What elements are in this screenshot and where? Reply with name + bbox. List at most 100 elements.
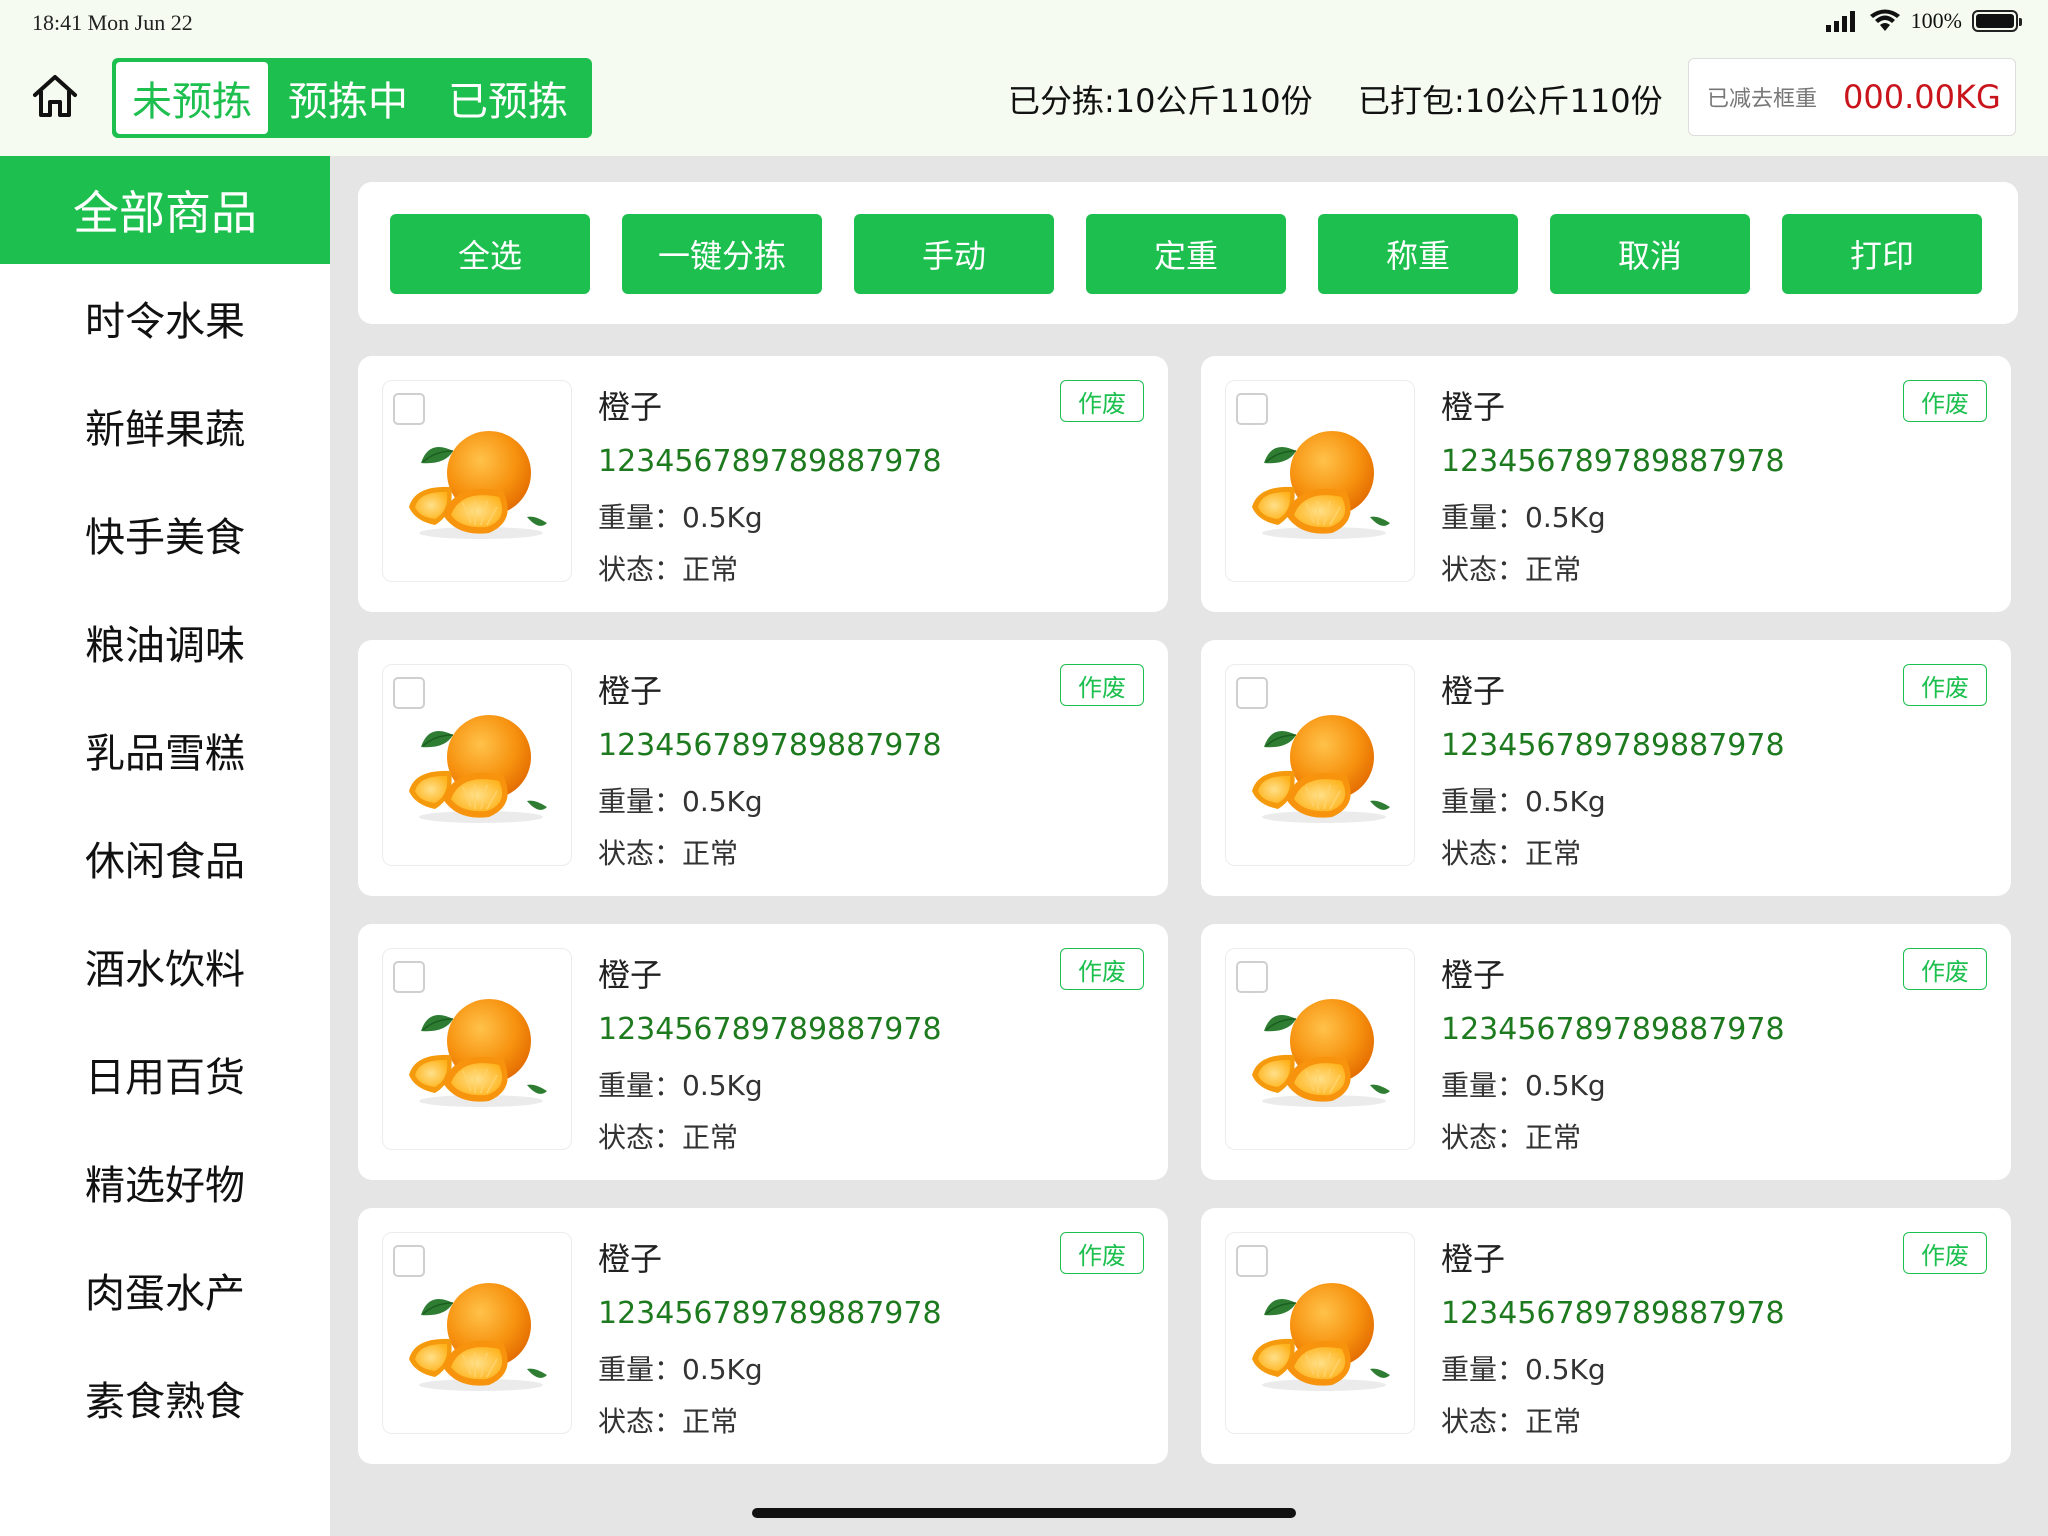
- product-image: [1225, 1232, 1415, 1434]
- weigh-button[interactable]: 称重: [1318, 214, 1518, 294]
- void-button[interactable]: 作废: [1903, 664, 1987, 706]
- action-toolbar: 全选 一键分拣 手动 定重 称重 取消 打印: [358, 182, 2018, 324]
- product-state: 状态：正常: [598, 553, 739, 586]
- product-weight: 重量：0.5Kg: [598, 1353, 763, 1386]
- product-checkbox[interactable]: [1236, 677, 1268, 709]
- product-image: [382, 380, 572, 582]
- orange-image: [1252, 999, 1390, 1107]
- product-checkbox[interactable]: [393, 677, 425, 709]
- sidebar-item-daily-goods[interactable]: 日用百货: [0, 1020, 330, 1128]
- status-tabs: 未预拣 预拣中 已预拣: [112, 58, 592, 138]
- tare-label: 已减去框重: [1707, 87, 1818, 112]
- product-image: [1225, 948, 1415, 1150]
- orange-image: [1252, 715, 1390, 823]
- product-image: [382, 664, 572, 866]
- home-indicator: [752, 1508, 1296, 1518]
- tab-unpicked[interactable]: 未预拣: [116, 62, 268, 134]
- status-bar: 18:41 Mon Jun 22 100%: [0, 0, 2048, 46]
- sidebar-item-seasonal-fruit[interactable]: 时令水果: [0, 264, 330, 372]
- product-card[interactable]: 橙子 123456789789887978 重量：0.5Kg 状态：正常 作废: [1201, 1208, 2011, 1464]
- print-button[interactable]: 打印: [1782, 214, 1982, 294]
- product-name: 橙子: [1441, 956, 1506, 994]
- tare-value: 000.00KG: [1843, 78, 2001, 116]
- orange-image: [409, 715, 547, 823]
- product-name: 橙子: [598, 956, 663, 994]
- product-card[interactable]: 橙子 123456789789887978 重量：0.5Kg 状态：正常 作废: [358, 1208, 1168, 1464]
- product-weight: 重量：0.5Kg: [598, 1069, 763, 1102]
- sidebar-item-drinks[interactable]: 酒水饮料: [0, 912, 330, 1020]
- tab-picking[interactable]: 预拣中: [268, 62, 428, 134]
- void-button[interactable]: 作废: [1903, 948, 1987, 990]
- sidebar-item-meat-seafood[interactable]: 肉蛋水产: [0, 1236, 330, 1344]
- product-state: 状态：正常: [1441, 1405, 1582, 1438]
- product-image: [1225, 380, 1415, 582]
- battery-percentage: 100%: [1910, 8, 1962, 33]
- product-card[interactable]: 橙子 123456789789887978 重量：0.5Kg 状态：正常 作废: [358, 924, 1168, 1180]
- product-state: 状态：正常: [598, 1121, 739, 1154]
- select-all-button[interactable]: 全选: [390, 214, 590, 294]
- product-state: 状态：正常: [1441, 837, 1582, 870]
- product-image: [382, 948, 572, 1150]
- home-button[interactable]: [30, 71, 80, 121]
- product-weight: 重量：0.5Kg: [1441, 1069, 1606, 1102]
- sidebar-item-dairy[interactable]: 乳品雪糕: [0, 696, 330, 804]
- product-code: 123456789789887978: [598, 728, 942, 763]
- product-weight: 重量：0.5Kg: [598, 785, 763, 818]
- sidebar-item-vegetarian-deli[interactable]: 素食熟食: [0, 1344, 330, 1452]
- product-code: 123456789789887978: [598, 1012, 942, 1047]
- void-button[interactable]: 作废: [1903, 1232, 1987, 1274]
- product-checkbox[interactable]: [1236, 393, 1268, 425]
- orange-image: [409, 1283, 547, 1391]
- product-card[interactable]: 橙子 123456789789887978 重量：0.5Kg 状态：正常 作废: [1201, 924, 2011, 1180]
- one-click-sort-button[interactable]: 一键分拣: [622, 214, 822, 294]
- product-weight: 重量：0.5Kg: [598, 501, 763, 534]
- cellular-signal-icon: [1825, 11, 1855, 32]
- product-name: 橙子: [1441, 1240, 1506, 1278]
- void-button[interactable]: 作废: [1903, 380, 1987, 422]
- sidebar-item-selected[interactable]: 精选好物: [0, 1128, 330, 1236]
- product-checkbox[interactable]: [393, 393, 425, 425]
- product-card[interactable]: 橙子 123456789789887978 重量：0.5Kg 状态：正常 作废: [358, 356, 1168, 612]
- battery-icon: [1972, 10, 2022, 32]
- product-state: 状态：正常: [598, 837, 739, 870]
- orange-image: [1252, 431, 1390, 539]
- product-code: 123456789789887978: [1441, 728, 1785, 763]
- sidebar-item-all[interactable]: 全部商品: [0, 156, 330, 264]
- manual-button[interactable]: 手动: [854, 214, 1054, 294]
- sidebar-item-quick-meals[interactable]: 快手美食: [0, 480, 330, 588]
- product-code: 123456789789887978: [1441, 1296, 1785, 1331]
- product-code: 123456789789887978: [1441, 444, 1785, 479]
- product-weight: 重量：0.5Kg: [1441, 785, 1606, 818]
- void-button[interactable]: 作废: [1060, 380, 1144, 422]
- product-state: 状态：正常: [1441, 1121, 1582, 1154]
- product-weight: 重量：0.5Kg: [1441, 501, 1606, 534]
- product-image: [1225, 664, 1415, 866]
- product-card[interactable]: 橙子 123456789789887978 重量：0.5Kg 状态：正常 作废: [1201, 356, 2011, 612]
- tare-display: 已减去框重 000.00KG: [1688, 58, 2016, 136]
- orange-image: [409, 999, 547, 1107]
- product-code: 123456789789887978: [1441, 1012, 1785, 1047]
- category-sidebar: 全部商品 时令水果 新鲜果蔬 快手美食 粮油调味 乳品雪糕 休闲食品 酒水饮料 …: [0, 156, 330, 1536]
- product-name: 橙子: [1441, 672, 1506, 710]
- product-checkbox[interactable]: [393, 961, 425, 993]
- fixed-weight-button[interactable]: 定重: [1086, 214, 1286, 294]
- sorted-stat: 已分拣:10公斤110份: [1008, 82, 1313, 120]
- void-button[interactable]: 作废: [1060, 1232, 1144, 1274]
- cancel-button[interactable]: 取消: [1550, 214, 1750, 294]
- product-name: 橙子: [598, 1240, 663, 1278]
- product-image: [382, 1232, 572, 1434]
- sidebar-item-snacks[interactable]: 休闲食品: [0, 804, 330, 912]
- product-card[interactable]: 橙子 123456789789887978 重量：0.5Kg 状态：正常 作废: [1201, 640, 2011, 896]
- product-checkbox[interactable]: [1236, 961, 1268, 993]
- void-button[interactable]: 作废: [1060, 948, 1144, 990]
- sidebar-item-fresh-produce[interactable]: 新鲜果蔬: [0, 372, 330, 480]
- void-button[interactable]: 作废: [1060, 664, 1144, 706]
- product-name: 橙子: [1441, 388, 1506, 426]
- product-checkbox[interactable]: [1236, 1245, 1268, 1277]
- header: 未预拣 预拣中 已预拣 已分拣:10公斤110份 已打包:10公斤110份 已减…: [0, 46, 2048, 156]
- sidebar-item-grain-oil[interactable]: 粮油调味: [0, 588, 330, 696]
- tab-picked[interactable]: 已预拣: [428, 62, 588, 134]
- product-card[interactable]: 橙子 123456789789887978 重量：0.5Kg 状态：正常 作废: [358, 640, 1168, 896]
- product-code: 123456789789887978: [598, 1296, 942, 1331]
- product-checkbox[interactable]: [393, 1245, 425, 1277]
